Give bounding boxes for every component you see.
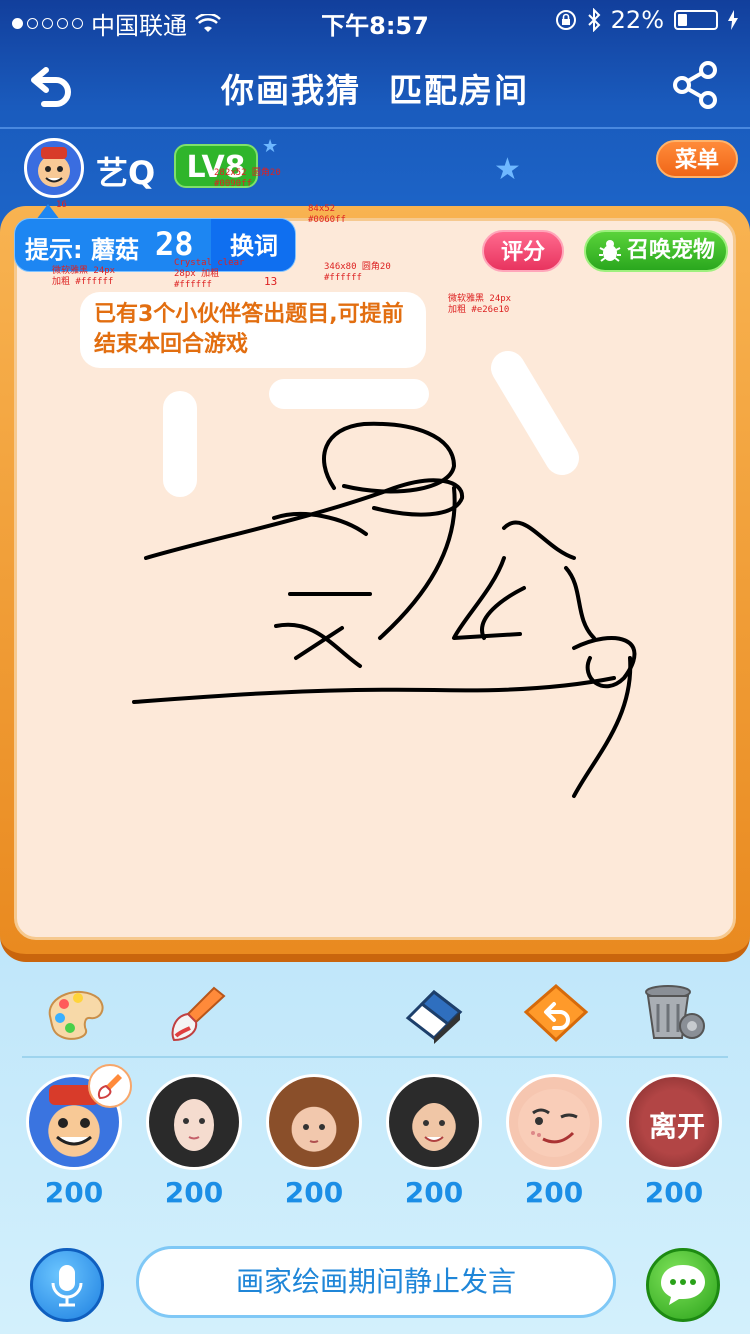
player-avatar [266, 1074, 362, 1170]
annotation-hint-font: 微软雅黑 24px 加粗 #ffffff [52, 266, 116, 287]
page-title: 你画我猜 匹配房间 [0, 64, 750, 112]
share-icon[interactable] [670, 60, 720, 110]
player-slot[interactable]: 200 [146, 1074, 242, 1209]
microphone-icon [51, 1265, 83, 1307]
rotation-lock-icon [555, 10, 576, 30]
brush-icon[interactable] [164, 982, 232, 1044]
undo-icon[interactable] [522, 982, 590, 1044]
early-finish-notice: 已有3个小伙伴答出题目,可提前结束本回合游戏 [80, 292, 426, 368]
battery-icon [674, 10, 718, 30]
annotation-hint-spec: 282x52 圆角20 #0090ff [214, 168, 281, 189]
annotation-16: 16 [56, 200, 67, 210]
annotation-notice-font: 微软雅黑 24px 加粗 #e26e10 [448, 294, 512, 315]
menu-button[interactable]: 菜单 [656, 140, 738, 178]
charging-icon [728, 10, 738, 30]
summon-pet-button[interactable]: 召唤宠物 [584, 230, 728, 272]
chat-bubble-icon [661, 1265, 705, 1305]
bug-icon [598, 240, 621, 262]
battery-percent: 22% [610, 6, 664, 34]
player-score: 200 [644, 1176, 704, 1209]
player-score: 200 [164, 1176, 224, 1209]
eraser-icon[interactable] [400, 982, 468, 1044]
hint-bar: 提示: 蘑菇 28 换词 [14, 218, 296, 272]
annotation-count-font: Crystal clear 28px 加粗 #ffffff [174, 258, 245, 290]
star-decoration: ★ [494, 152, 521, 187]
rate-button[interactable]: 评分 [482, 230, 564, 272]
hint-word: 提示: 蘑菇 [25, 236, 139, 264]
chat-input[interactable]: 画家绘画期间静止发言 [136, 1246, 616, 1318]
user-name: 艺Q [96, 154, 156, 192]
star-decoration: ★ [262, 136, 279, 157]
leave-label: 离开 [648, 1110, 705, 1143]
summon-pet-label: 召唤宠物 [626, 238, 715, 263]
bluetooth-icon [587, 8, 601, 32]
microphone-button[interactable] [30, 1248, 104, 1322]
player-slot[interactable]: 200 [266, 1074, 362, 1209]
player-avatar [506, 1074, 602, 1170]
app-header: 你画我猜 匹配房间 [0, 40, 750, 128]
player-avatar [146, 1074, 242, 1170]
player-avatar [386, 1074, 482, 1170]
status-bar: 中国联通 下午8:57 22% [0, 0, 750, 40]
drawing-brush-badge [88, 1064, 132, 1108]
player-slot[interactable]: 离开 200 [626, 1074, 722, 1209]
player-avatar: 离开 [626, 1074, 722, 1170]
header-divider [0, 127, 750, 129]
player-score: 200 [524, 1176, 584, 1209]
annotation-notice-spec: 346x80 圆角20 #ffffff [324, 262, 391, 283]
player-score: 200 [44, 1176, 104, 1209]
player-score: 200 [284, 1176, 344, 1209]
avatar[interactable] [24, 138, 84, 198]
player-slot[interactable]: 200 [506, 1074, 602, 1209]
drawer-info: 艺Q LV8 ★ ★ 菜单 [0, 130, 750, 210]
title-room-type: 匹配房间 [389, 71, 529, 110]
chat-button[interactable] [646, 1248, 720, 1322]
palette-icon[interactable] [40, 982, 108, 1044]
annotation-13: 13 [264, 275, 278, 288]
player-score: 200 [404, 1176, 464, 1209]
trash-icon[interactable] [640, 982, 708, 1044]
player-slot[interactable]: 200 [386, 1074, 482, 1209]
annotation-change-spec: 84x52 #0060ff [308, 204, 346, 225]
toolbar-divider [22, 1056, 728, 1058]
title-game-name: 你画我猜 [221, 71, 361, 110]
